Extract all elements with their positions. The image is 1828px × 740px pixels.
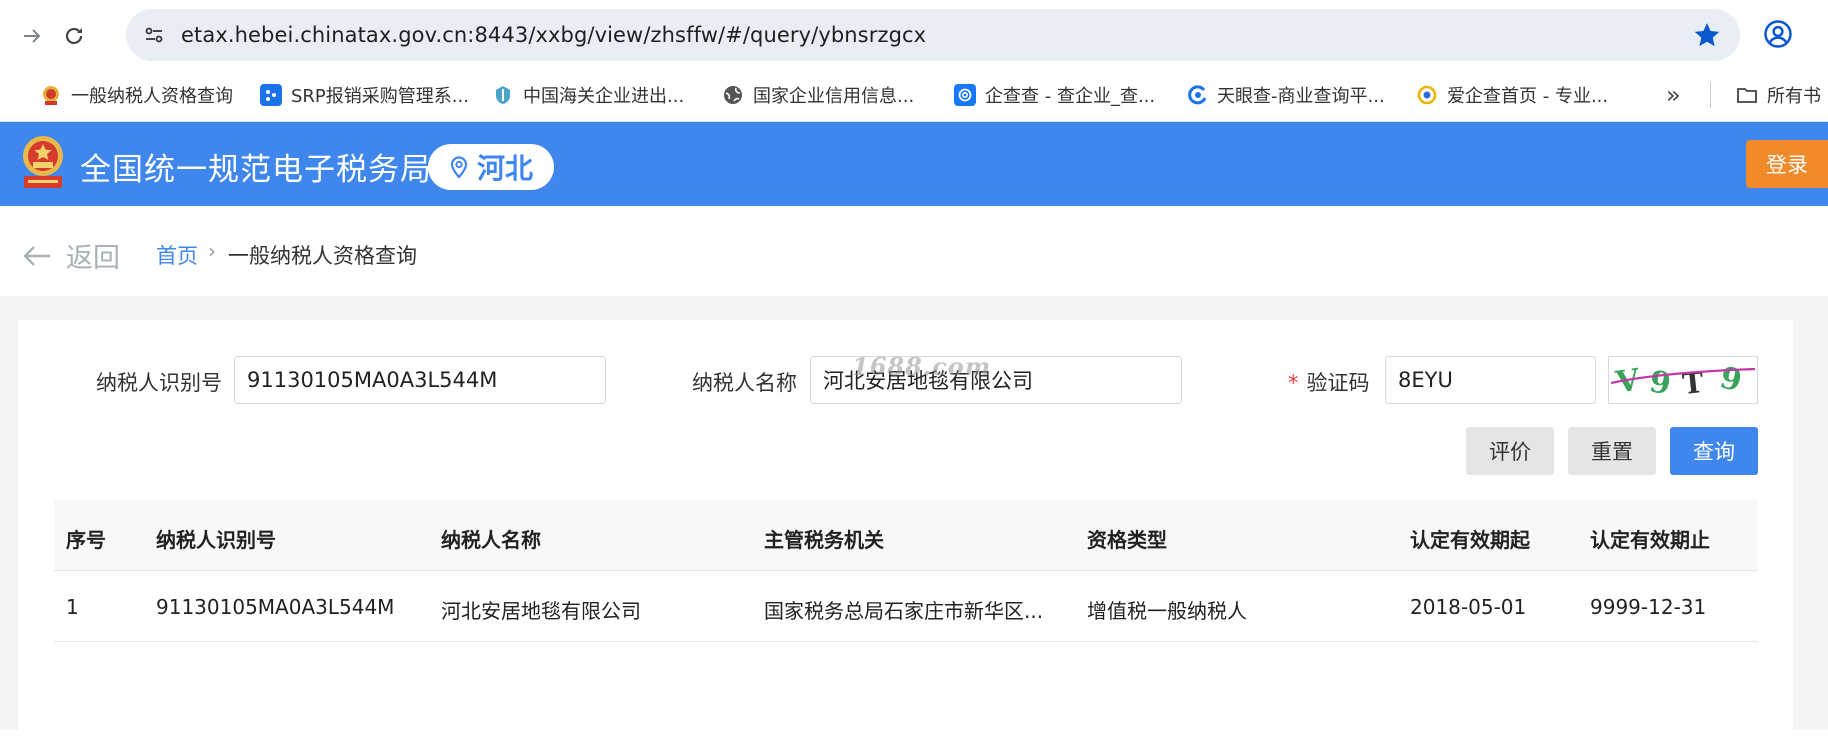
captcha-char: 9 <box>1647 364 1674 402</box>
bookmarks-overflow-button[interactable]: » <box>1666 80 1681 110</box>
bookmark-label: 国家企业信用信息... <box>753 86 915 107</box>
region-selector[interactable]: 河北 <box>428 144 554 190</box>
reload-icon <box>65 27 83 45</box>
table-row[interactable]: 1 91130105MA0A3L544M 河北安居地毯有限公司 国家税务总局石家… <box>54 571 1758 642</box>
arrow-left-icon <box>23 245 50 266</box>
bookmark-item[interactable]: SRP报销采购管理系... <box>260 80 469 110</box>
bookmark-item[interactable]: 国家企业信用信息... <box>722 80 914 110</box>
taxpayer-name-label: 纳税人名称 <box>692 371 797 395</box>
bookmark-label: 天眼查-商业查询平... <box>1217 86 1385 107</box>
bookmark-label: 企查查 - 查企业_查... <box>985 86 1156 107</box>
login-button[interactable]: 登录 <box>1746 140 1828 188</box>
back-button[interactable]: 返回 <box>22 236 120 275</box>
site-title: 全国统一规范电子税务局 <box>80 152 432 188</box>
bookmark-item[interactable]: 中国海关企业进出... <box>492 80 684 110</box>
bookmark-star-icon[interactable] <box>1692 20 1722 50</box>
bookmark-label: SRP报销采购管理系... <box>291 86 469 107</box>
forward-button[interactable] <box>14 18 50 54</box>
reset-button[interactable]: 重置 <box>1568 427 1656 475</box>
breadcrumb-bar: 返回 首页 › 一般纳税人资格查询 <box>0 206 1828 296</box>
evaluate-button[interactable]: 评价 <box>1466 427 1554 475</box>
captcha-char: 9 <box>1716 360 1745 399</box>
column-header: 认定有效期止 <box>1590 528 1710 552</box>
srp-icon <box>260 84 282 106</box>
table-cell: 1 <box>66 595 79 619</box>
bookmark-item[interactable]: 天眼查-商业查询平... <box>1186 80 1385 110</box>
taxpayer-name-input[interactable] <box>810 356 1182 404</box>
column-header: 主管税务机关 <box>764 528 884 552</box>
tax-emblem-icon <box>18 132 68 194</box>
bookmarks-divider <box>1710 82 1711 108</box>
table-cell: 国家税务总局石家庄市新华区... <box>764 599 1044 623</box>
required-mark: * <box>1288 371 1299 395</box>
folder-icon <box>1736 84 1758 106</box>
taxpayer-id-input[interactable] <box>234 356 606 404</box>
arrow-right-icon <box>24 29 41 43</box>
table-cell: 2018-05-01 <box>1410 595 1527 619</box>
captcha-label: * 验证码 <box>1288 367 1370 397</box>
taxpayer-id-label: 纳税人识别号 <box>96 371 222 395</box>
site-header: 全国统一规范电子税务局 河北 登录 <box>0 122 1828 206</box>
column-header: 纳税人名称 <box>441 528 541 552</box>
tianyancha-icon <box>1186 84 1208 106</box>
column-header: 序号 <box>66 528 106 552</box>
breadcrumb-current: 一般纳税人资格查询 <box>228 244 417 268</box>
location-pin-icon <box>450 156 468 179</box>
site-settings-icon[interactable] <box>140 21 168 49</box>
bookmark-item[interactable]: 企查查 - 查企业_查... <box>954 80 1155 110</box>
back-label: 返回 <box>66 243 120 274</box>
aiqicha-icon <box>1416 84 1438 106</box>
profile-icon[interactable] <box>1760 16 1796 52</box>
column-header: 纳税人识别号 <box>156 528 276 552</box>
captcha-label-text: 验证码 <box>1306 371 1370 395</box>
bookmark-label: 爱企查首页 - 专业... <box>1447 86 1609 107</box>
emblem-icon <box>40 84 62 106</box>
address-bar[interactable]: etax.hebei.chinatax.gov.cn:8443/xxbg/vie… <box>126 9 1740 61</box>
captcha-input[interactable] <box>1385 356 1596 404</box>
reload-button[interactable] <box>56 18 92 54</box>
region-label: 河北 <box>476 152 533 185</box>
all-bookmarks-label: 所有书 <box>1767 86 1821 107</box>
breadcrumb-home-link[interactable]: 首页 <box>156 240 198 270</box>
bookmarks-bar: 一般纳税人资格查询 SRP报销采购管理系... 中国海关企业进出... 国家企业… <box>0 68 1828 122</box>
qcc-icon <box>954 84 976 106</box>
table-cell: 91130105MA0A3L544M <box>156 595 395 619</box>
column-header: 资格类型 <box>1087 528 1167 552</box>
breadcrumb-separator: › <box>208 239 216 263</box>
bookmark-item[interactable]: 爱企查首页 - 专业... <box>1416 80 1608 110</box>
bookmark-label: 中国海关企业进出... <box>523 86 685 107</box>
table-cell: 增值税一般纳税人 <box>1087 599 1247 623</box>
bookmark-item[interactable]: 一般纳税人资格查询 <box>40 80 233 110</box>
browser-toolbar: etax.hebei.chinatax.gov.cn:8443/xxbg/vie… <box>0 0 1828 68</box>
table-header-row: 序号 纳税人识别号 纳税人名称 主管税务机关 资格类型 认定有效期起 认定有效期… <box>54 500 1758 571</box>
bookmark-label: 一般纳税人资格查询 <box>71 86 233 107</box>
query-button[interactable]: 查询 <box>1670 427 1758 475</box>
all-bookmarks-button[interactable]: 所有书 <box>1736 80 1821 110</box>
table-cell: 9999-12-31 <box>1590 595 1707 619</box>
table-cell: 河北安居地毯有限公司 <box>441 599 641 623</box>
globe-icon <box>722 84 744 106</box>
column-header: 认定有效期起 <box>1410 528 1530 552</box>
url-text[interactable]: etax.hebei.chinatax.gov.cn:8443/xxbg/vie… <box>181 23 926 47</box>
customs-icon <box>492 84 514 106</box>
captcha-image[interactable]: V 9 T 9 <box>1608 356 1758 404</box>
